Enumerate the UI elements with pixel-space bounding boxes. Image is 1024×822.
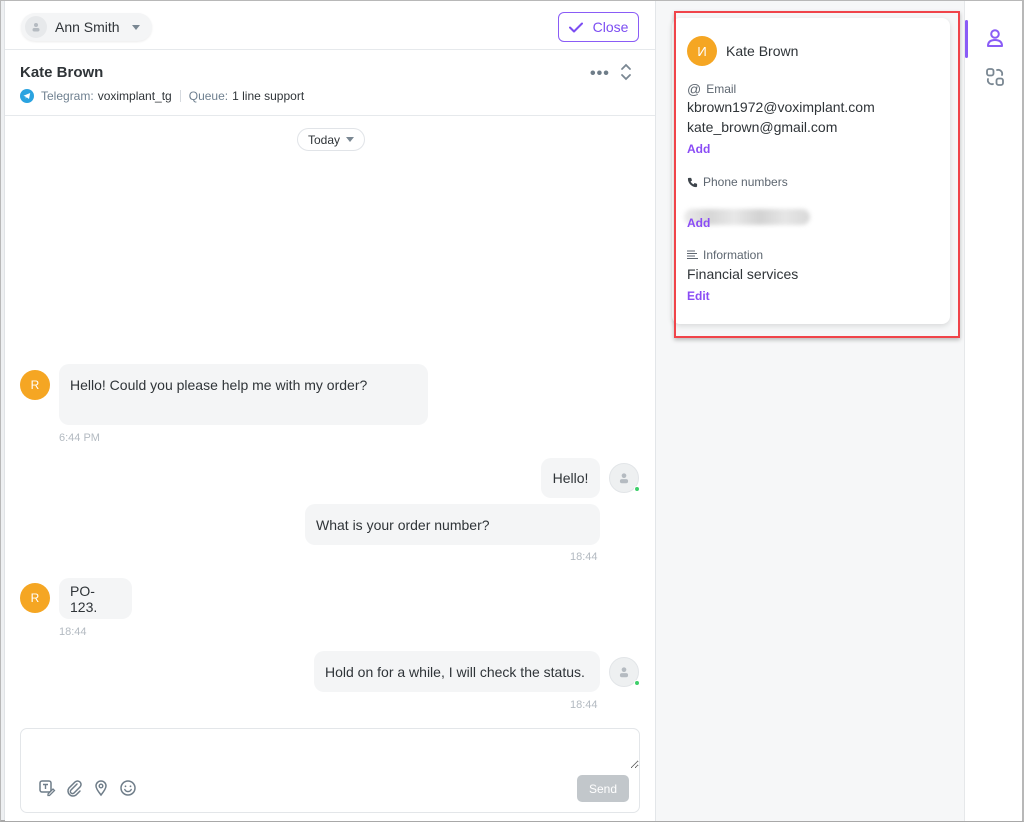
contact-name: Kate Brown [726,43,799,59]
client-avatar: R [20,370,50,400]
channel-label: Telegram: [41,89,94,103]
phone-section-label: Phone numbers [687,175,788,189]
client-avatar: R [20,583,50,613]
contact-avatar: И [687,36,717,66]
at-sign-icon: @ [687,81,702,97]
online-status-dot [634,486,640,492]
emoji-icon[interactable] [119,779,137,797]
chat-panel: Ann Smith Close Kate Brown Telegram: vox… [5,1,655,821]
attach-icon[interactable] [65,779,83,797]
message-time: 18:44 [59,626,87,638]
conversation-meta: Telegram: voximplant_tg Queue: 1 line su… [20,89,304,103]
message-time: 18:44 [570,551,598,563]
email-value: kate_brown@gmail.com [687,119,838,135]
chat-topbar: Ann Smith Close [5,1,655,50]
operator-avatar [609,463,640,493]
add-email-link[interactable]: Add [687,142,710,156]
information-section-label: Information [687,248,763,262]
message-time: 18:44 [570,699,598,711]
meta-divider [179,90,181,102]
check-icon [568,22,583,32]
message-input[interactable] [21,729,639,769]
close-conversation-button[interactable]: Close [558,12,639,42]
message-bubble-client: Hello! Could you please help me with my … [59,364,428,425]
queue-label: Queue: [188,89,229,103]
queue-value: 1 line support [232,89,305,103]
user-icon [32,23,40,32]
contact-info-panel: И Kate Brown @ Email kbrown1972@voximpla… [655,1,965,821]
message-text: Hello! Could you please help me with my … [70,377,368,393]
email-section-label: @ Email [687,81,737,97]
message-bubble-operator: Hold on for a while, I will check the st… [314,651,600,692]
email-value: kbrown1972@voximplant.com [687,99,875,115]
template-icon[interactable] [38,779,56,797]
online-status-dot [634,680,640,686]
date-filter-label: Today [308,132,341,147]
message-bubble-operator: Hello! [541,458,600,498]
date-filter-dropdown[interactable]: Today [297,128,366,151]
expand-collapse-icon[interactable] [619,62,633,82]
add-phone-link[interactable]: Add [687,216,710,230]
chevron-down-icon [131,24,140,30]
message-text: What is your order number? [316,516,490,533]
agent-name: Ann Smith [55,19,120,35]
message-text: Hold on for a while, I will check the st… [325,663,585,680]
location-icon[interactable] [92,779,110,797]
phone-icon [687,177,698,187]
send-button[interactable]: Send [577,775,629,802]
contact-card: И Kate Brown @ Email kbrown1972@voximpla… [672,18,950,324]
message-text: Hello! [552,470,589,486]
agent-avatar [25,16,47,38]
message-time: 6:44 PM [59,432,100,444]
operator-avatar [609,657,640,687]
more-options-icon[interactable]: ••• [590,65,610,83]
edit-information-link[interactable]: Edit [687,289,710,303]
close-label: Close [592,19,629,35]
user-icon [619,473,629,484]
message-text: PO-123. [70,582,98,615]
apps-icon[interactable] [984,66,1006,88]
information-value: Financial services [687,266,799,282]
agent-selector[interactable]: Ann Smith [21,13,152,41]
chevron-down-icon [346,137,355,142]
channel-value: voximplant_tg [97,89,172,103]
message-composer: Send [20,728,640,813]
active-tab-indicator [965,20,968,58]
text-lines-icon [687,250,698,259]
message-bubble-client: PO-123. [59,578,132,619]
conversation-header: Kate Brown Telegram: voximplant_tg Queue… [5,51,655,116]
conversation-title: Kate Brown [20,64,104,81]
side-icon-rail [965,1,1022,821]
telegram-icon [20,89,34,103]
message-bubble-operator: What is your order number? [305,504,600,545]
user-icon[interactable] [984,27,1006,49]
user-icon [619,667,629,678]
